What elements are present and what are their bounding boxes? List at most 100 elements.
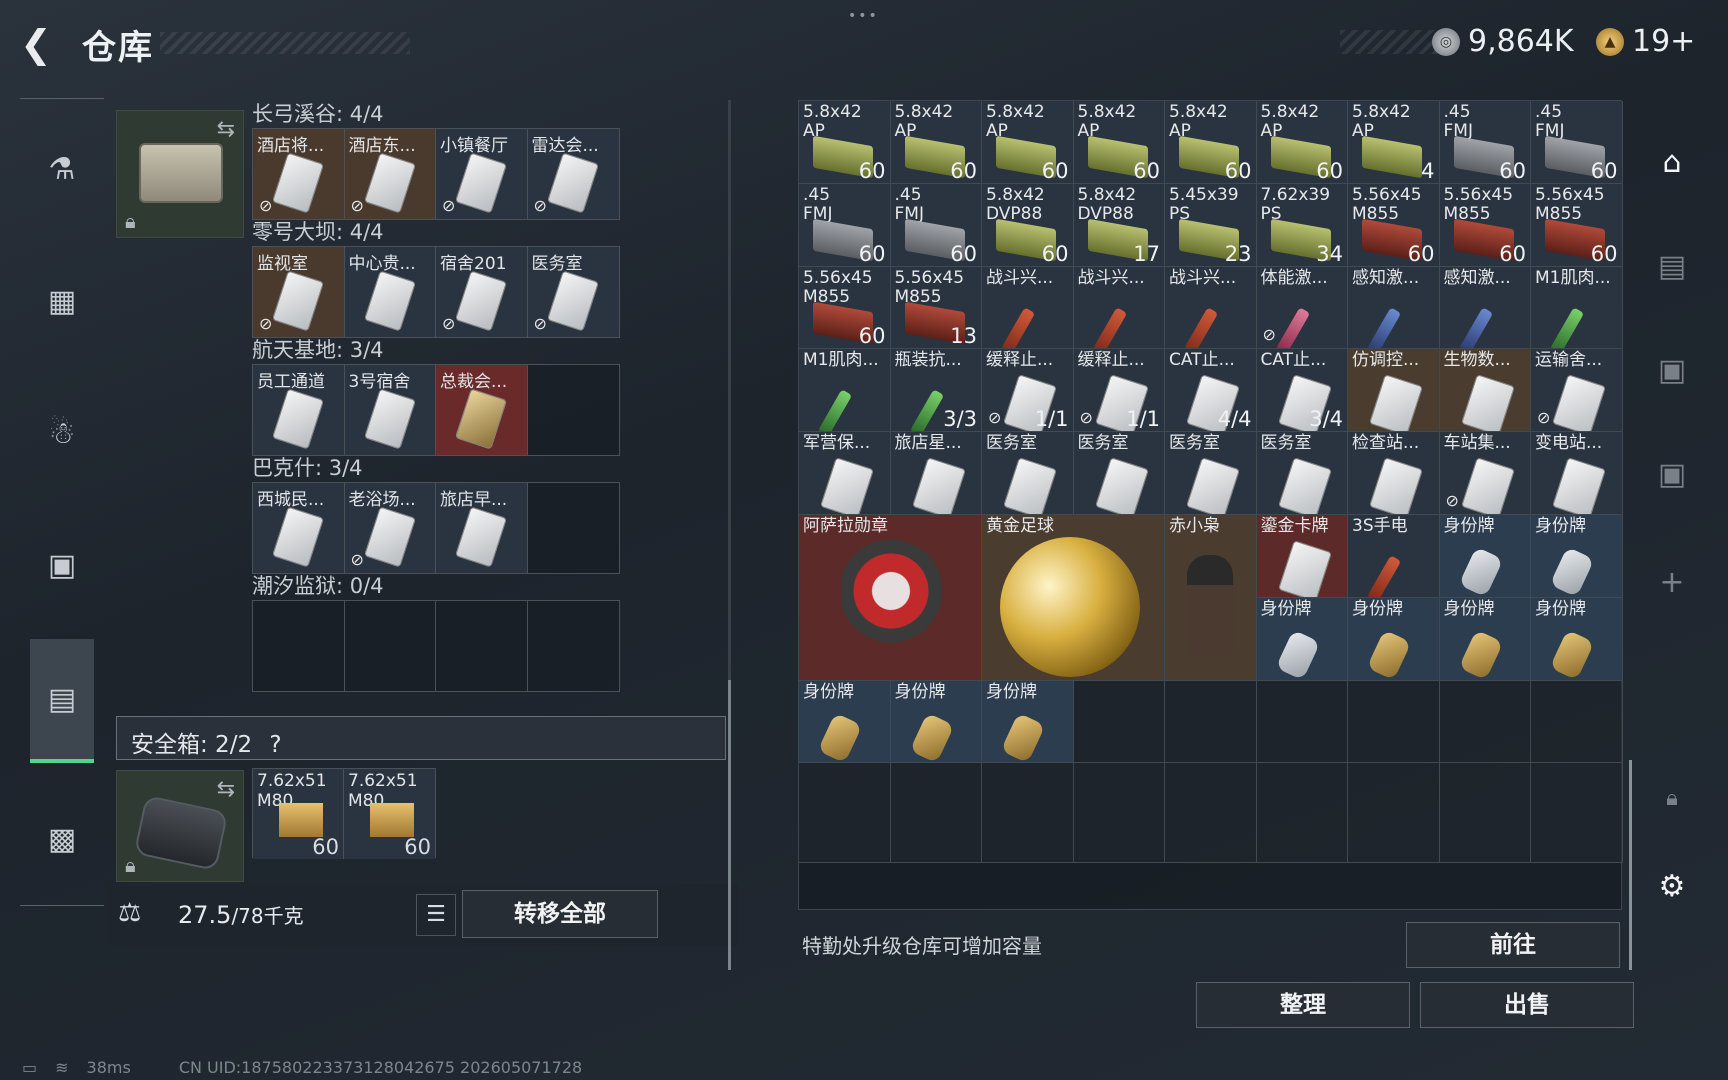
keycard-slot[interactable]: 西城民...	[253, 483, 345, 573]
currency-coins[interactable]: ◎ 9,864K	[1432, 24, 1574, 59]
keycard-slot[interactable]: 3号宿舍	[344, 365, 436, 455]
grid-cell[interactable]: 鎏金卡牌	[1256, 515, 1348, 598]
grid-cell[interactable]: .45 FMJ 60	[799, 183, 891, 267]
nav-briefcase-icon[interactable]: ▩	[30, 789, 94, 889]
nav-armor-icon[interactable]: ▦	[30, 251, 94, 351]
grid-cell[interactable]: 仿调控...	[1348, 349, 1440, 433]
grid-cell[interactable]: 身份牌	[1256, 597, 1348, 681]
grid-cell[interactable]: 战斗兴...	[1073, 266, 1165, 350]
grid-cell[interactable]: 身份牌	[1531, 597, 1623, 681]
grid-cell[interactable]: 5.8x42 AP 60	[799, 101, 891, 184]
grid-cell[interactable]: 变电站...	[1531, 432, 1623, 515]
grid-cell[interactable]: CAT止... 3/4	[1256, 349, 1348, 433]
grid-cell[interactable]	[1439, 680, 1531, 764]
grid-cell[interactable]	[1348, 680, 1440, 764]
warehouse-tab-icon[interactable]: ⌂	[1646, 136, 1698, 188]
grid-cell[interactable]: 身份牌	[799, 680, 891, 764]
grid-cell[interactable]: 瓶装抗... 3/3	[890, 349, 982, 433]
grid-cell[interactable]: 车站集... ⊘	[1439, 432, 1531, 515]
grid-cell[interactable]: 5.8x42 AP 4	[1348, 101, 1440, 184]
keycard-slot[interactable]: 旅店早...	[436, 483, 528, 573]
safebox-slot[interactable]: 7.62x51 M80 60	[253, 769, 344, 859]
grid-cell[interactable]: M1肌肉...	[1531, 266, 1623, 350]
grid-cell[interactable]	[890, 763, 982, 863]
grid-cell[interactable]	[1256, 680, 1348, 764]
keycard-slot[interactable]: 雷达会... ⊘	[527, 129, 619, 219]
keycard-slot[interactable]: 监视室 ⊘	[253, 247, 345, 337]
keycard-slot[interactable]	[436, 601, 528, 691]
back-arrow-icon[interactable]: ❮	[20, 22, 60, 66]
grid-cell[interactable]	[1531, 680, 1623, 764]
grid-cell[interactable]: 5.8x42 DVP88 60	[982, 183, 1074, 267]
grid-cell[interactable]: 7.62x39 PS 34	[1256, 183, 1348, 267]
grid-cell[interactable]: 医务室	[1256, 432, 1348, 515]
grid-cell[interactable]: 身份牌	[1348, 597, 1440, 681]
grid-cell[interactable]	[1531, 763, 1623, 863]
grid-cell[interactable]: 5.56x45 M855 13	[890, 266, 982, 350]
keycard-slot[interactable]: 总裁会...	[436, 365, 528, 455]
grid-cell[interactable]: 5.45x39 PS 23	[1165, 183, 1257, 267]
left-scrollbar[interactable]	[728, 100, 731, 970]
grid-cell[interactable]: 5.56x45 M855 60	[1348, 183, 1440, 267]
grid-cell[interactable]: 5.56x45 M855 60	[1439, 183, 1531, 267]
nav-keycard-icon[interactable]: ▤	[30, 639, 94, 763]
keycard-slot[interactable]: 老浴场... ⊘	[344, 483, 436, 573]
grid-cell[interactable]: 体能激... ⊘	[1256, 266, 1348, 350]
grid-cell[interactable]: 军营保...	[799, 432, 891, 515]
keycard-slot[interactable]: 酒店东... ⊘	[344, 129, 436, 219]
keycard-slot[interactable]: 中心贵...	[344, 247, 436, 337]
grid-cell[interactable]: 医务室	[1073, 432, 1165, 515]
grid-cell[interactable]	[1256, 763, 1348, 863]
keycard-slot[interactable]	[528, 601, 620, 691]
grid-cell[interactable]: 医务室	[1165, 432, 1257, 515]
grid-cell[interactable]: M1肌肉...	[799, 349, 891, 433]
keycard-slot[interactable]	[528, 365, 620, 455]
keycard-slot[interactable]: 小镇餐厅 ⊘	[436, 129, 528, 219]
keycard-slot[interactable]	[253, 601, 345, 691]
add-storage-icon[interactable]: +	[1646, 556, 1698, 608]
grid-cell[interactable]: .45 FMJ 60	[1531, 101, 1623, 184]
transfer-all-button[interactable]: 转移全部	[462, 890, 658, 938]
grid-cell[interactable]: 赤小枭	[1165, 515, 1257, 681]
grid-cell[interactable]: .45 FMJ 60	[1439, 101, 1531, 184]
grid-cell[interactable]: 战斗兴...	[1165, 266, 1257, 350]
grid-cell[interactable]	[1165, 763, 1257, 863]
grid-cell[interactable]: 检查站...	[1348, 432, 1440, 515]
keycard-slot[interactable]	[528, 483, 620, 573]
keycard-case[interactable]: ⇆ 🔒︎	[116, 110, 244, 238]
grid-cell[interactable]	[1439, 763, 1531, 863]
grid-cell[interactable]	[1165, 680, 1257, 764]
grid-cell[interactable]: 缓释止... 1/1 ⊘	[1073, 349, 1165, 433]
grid-cell[interactable]: 医务室	[982, 432, 1074, 515]
keycard-slot[interactable]	[345, 601, 436, 691]
safebox-slot[interactable]: 7.62x51 M80 60	[344, 769, 435, 859]
list-view-button[interactable]: ☰	[416, 894, 456, 936]
grid-cell[interactable]: 5.8x42 AP 60	[1165, 101, 1257, 184]
grid-cell[interactable]: 生物数...	[1439, 349, 1531, 433]
grid-cell[interactable]: CAT止... 4/4	[1165, 349, 1257, 433]
nav-backpack-icon[interactable]: ▣	[30, 515, 94, 615]
grid-cell[interactable]	[1348, 763, 1440, 863]
grid-cell[interactable]: 旅店星...	[890, 432, 982, 515]
grid-cell[interactable]: .45 FMJ 60	[890, 183, 982, 267]
grid-cell[interactable]: 5.56x45 M855 60	[1531, 183, 1623, 267]
nav-weapons-icon[interactable]: ⚗	[30, 119, 94, 219]
swap-icon[interactable]: ⇆	[217, 117, 235, 142]
grid-cell[interactable]: 运输舍... ⊘	[1531, 349, 1623, 433]
grid-cell[interactable]: 身份牌	[890, 680, 982, 764]
grid-cell[interactable]: 黄金足球	[982, 515, 1165, 681]
grid-cell[interactable]: 身份牌	[1531, 515, 1623, 598]
grid-cell[interactable]: 5.8x42 AP 60	[890, 101, 982, 184]
grid-cell[interactable]	[1073, 680, 1165, 764]
grid-cell[interactable]: 3S手电	[1348, 515, 1440, 598]
grid-cell[interactable]: 身份牌	[982, 680, 1074, 764]
keycard-slot[interactable]: 医务室 ⊘	[527, 247, 619, 337]
swap-icon[interactable]: ⇆	[217, 777, 235, 802]
grid-cell[interactable]	[1073, 763, 1165, 863]
sort-button[interactable]: 整理	[1196, 982, 1410, 1028]
grid-cell[interactable]: 阿萨拉勋章	[799, 515, 982, 681]
grid-scrollbar[interactable]	[1629, 760, 1632, 970]
keycard-slot[interactable]: 酒店将... ⊘	[253, 129, 345, 219]
grid-cell[interactable]: 5.56x45 M855 60	[799, 266, 891, 350]
currency-premium[interactable]: ▲ 19+	[1596, 24, 1695, 59]
